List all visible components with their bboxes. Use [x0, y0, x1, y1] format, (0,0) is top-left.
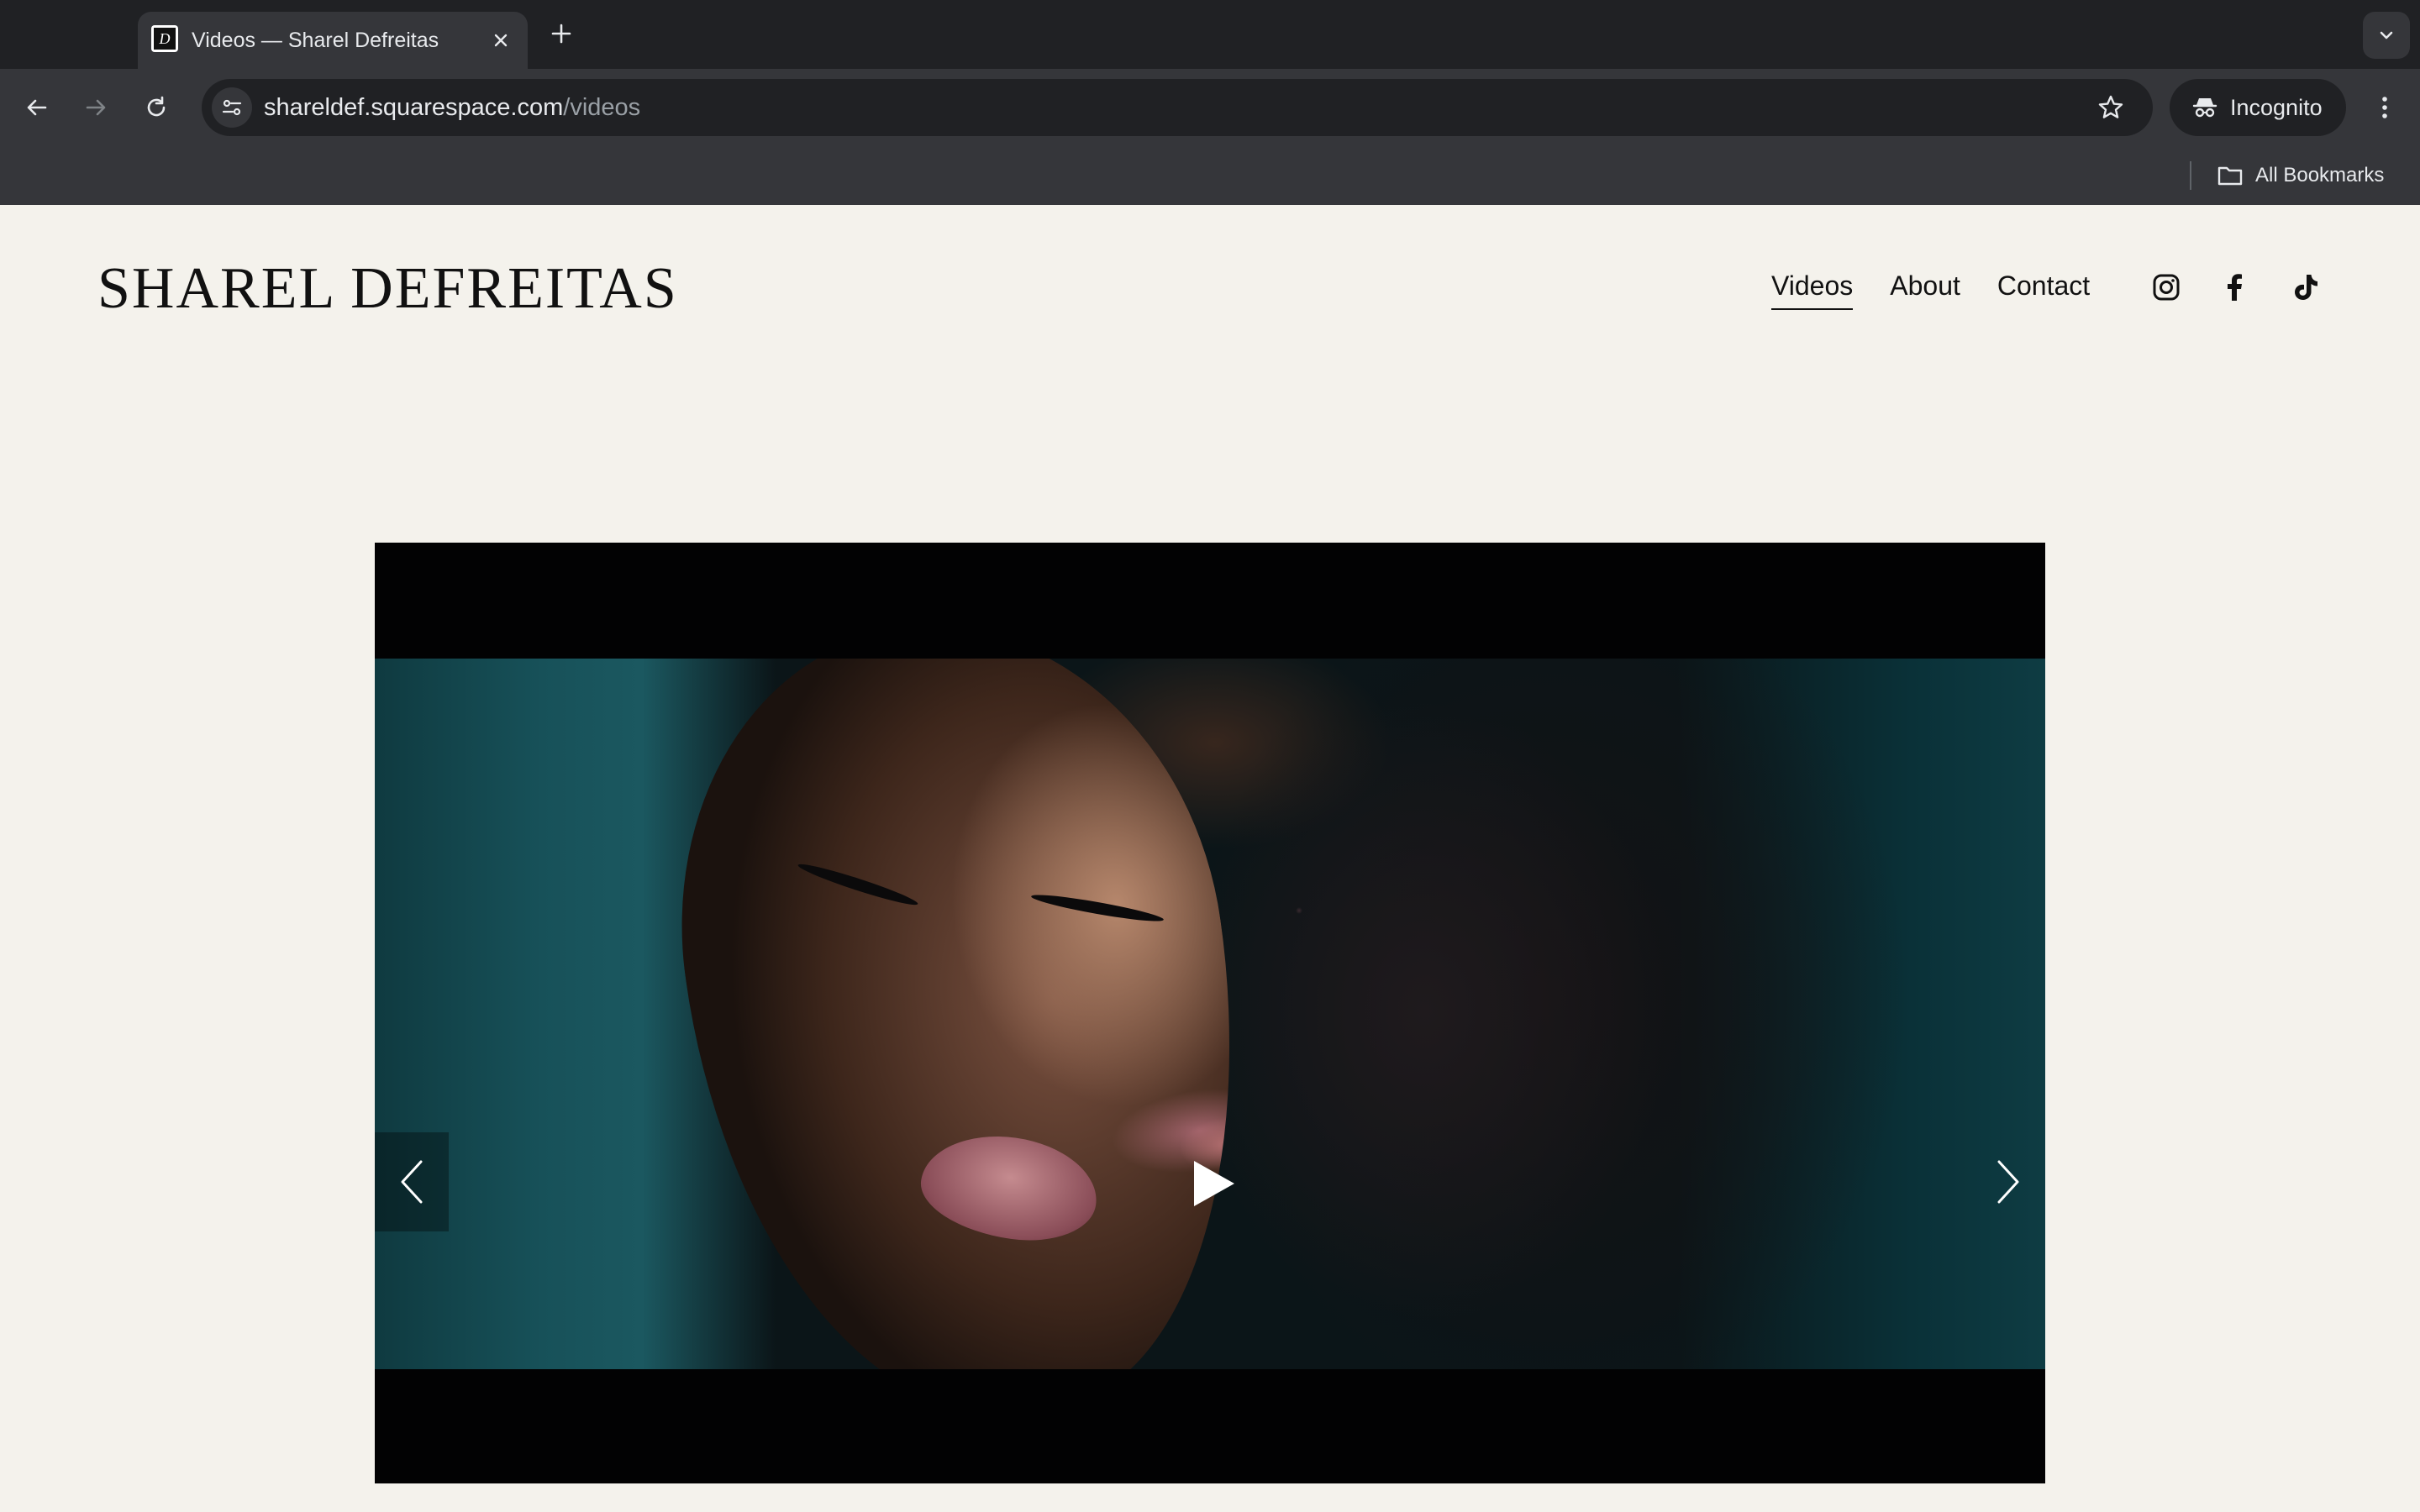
bookmarks-bar: All Bookmarks — [0, 146, 2420, 205]
url-path: /videos — [563, 94, 641, 121]
next-arrow-icon[interactable] — [1971, 1132, 2045, 1231]
new-tab-plus-icon[interactable] — [544, 17, 578, 50]
incognito-indicator[interactable]: Incognito — [2170, 79, 2346, 136]
site-navigation: Videos About Contact — [1771, 270, 2090, 310]
page-body: SHAREL DEFREITAS Videos About Contact — [0, 205, 2420, 1512]
site-info-tune-icon[interactable] — [212, 87, 252, 128]
facebook-icon[interactable] — [2218, 270, 2252, 304]
browser-toolbar: shareldef.squarespace.com/videos Incogni… — [0, 69, 2420, 146]
tab-title: Videos — Sharel Defreitas — [192, 29, 439, 52]
nav-link-videos[interactable]: Videos — [1771, 270, 1854, 310]
all-bookmarks-label: All Bookmarks — [2255, 164, 2385, 186]
all-bookmarks-button[interactable]: All Bookmarks — [2217, 146, 2384, 205]
url-host: shareldef.squarespace.com — [264, 94, 564, 121]
previous-arrow-icon[interactable] — [375, 1132, 449, 1231]
tab-search-chevron-icon[interactable] — [2363, 12, 2410, 59]
site-favicon-icon: D — [151, 25, 178, 52]
folder-icon — [2217, 166, 2243, 186]
bookmarks-divider — [2190, 161, 2191, 190]
back-arrow-icon[interactable] — [15, 86, 59, 129]
incognito-label: Incognito — [2230, 94, 2323, 120]
tab-strip: D Videos — Sharel Defreitas — [0, 0, 2420, 69]
forward-arrow-icon[interactable] — [74, 86, 118, 129]
favicon-letter: D — [154, 28, 176, 50]
site-title[interactable]: SHAREL DEFREITAS — [97, 255, 678, 323]
reload-icon[interactable] — [134, 86, 178, 129]
address-bar[interactable]: shareldef.squarespace.com/videos — [202, 79, 2153, 136]
thumbnail-hair — [1131, 659, 2045, 1369]
play-icon[interactable] — [1185, 1154, 1244, 1213]
incognito-icon — [2192, 98, 2217, 118]
browser-menu-kebab-icon[interactable] — [2363, 86, 2407, 129]
browser-tab-active[interactable]: D Videos — Sharel Defreitas — [138, 12, 528, 69]
url-text: shareldef.squarespace.com/videos — [264, 79, 640, 136]
nav-link-about[interactable]: About — [1890, 270, 1960, 310]
video-thumbnail — [375, 659, 2045, 1369]
nav-link-contact[interactable]: Contact — [1997, 270, 2090, 310]
instagram-icon[interactable] — [2149, 270, 2183, 304]
tiktok-icon[interactable] — [2289, 270, 2323, 304]
bookmark-star-icon[interactable] — [2094, 91, 2128, 124]
close-tab-icon[interactable] — [486, 25, 516, 55]
video-player[interactable] — [375, 543, 2045, 1483]
